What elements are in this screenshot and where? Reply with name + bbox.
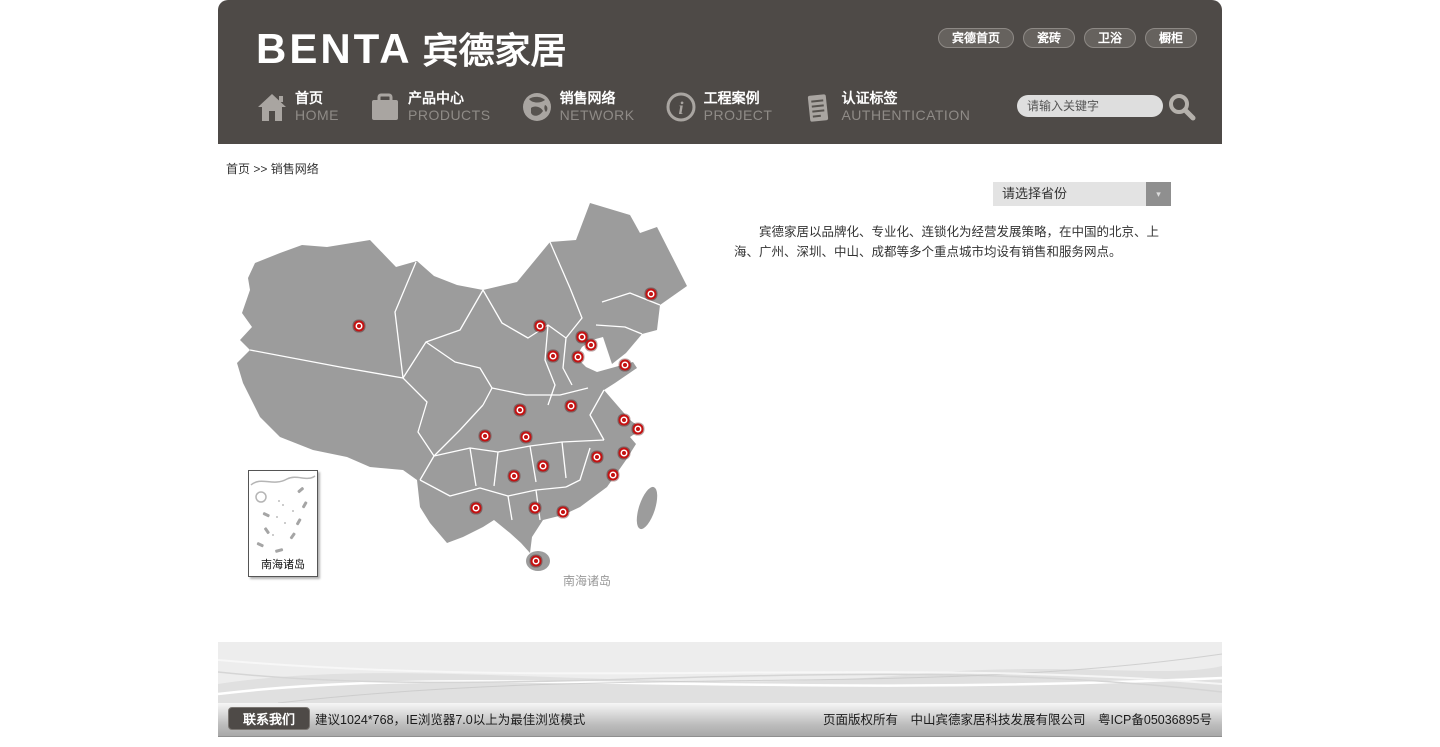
briefcase-icon <box>369 91 401 123</box>
nav-item-authentication[interactable]: 认证标签 AUTHENTICATION <box>802 90 970 124</box>
south-sea-label: 南海诸岛 <box>563 572 611 589</box>
nav-label-cn: 产品中心 <box>408 90 491 107</box>
main-nav: 首页 HOME 产品中心 PRODUCTS <box>256 90 970 124</box>
nav-label-cn: 工程案例 <box>704 90 773 107</box>
intro-paragraph: 宾德家居以品牌化、专业化、连锁化为经营发展策略，在中国的北京、上海、广州、深圳、… <box>734 222 1182 262</box>
search-input[interactable] <box>1017 95 1163 117</box>
south-sea-inset-label: 南海诸岛 <box>249 556 317 572</box>
map-marker[interactable] <box>576 355 580 359</box>
breadcrumb-home-link[interactable]: 首页 <box>226 162 250 176</box>
footer-copyright: 页面版权所有 中山宾德家居科技发展有限公司 粤ICP备05036895号 <box>823 703 1212 737</box>
quick-link-tiles[interactable]: 瓷砖 <box>1023 28 1075 48</box>
map-marker[interactable] <box>580 335 584 339</box>
breadcrumb-current: 销售网络 <box>271 162 319 176</box>
nav-label-en: PROJECT <box>704 107 773 124</box>
map-marker[interactable] <box>636 427 640 431</box>
map-marker[interactable] <box>623 363 627 367</box>
nav-label-en: NETWORK <box>560 107 635 124</box>
brand-logo-cn: 宾德家居 <box>423 30 567 71</box>
south-sea-inset-graphic <box>249 471 317 559</box>
quick-link-cabinet[interactable]: 橱柜 <box>1145 28 1197 48</box>
search-icon[interactable] <box>1166 91 1196 121</box>
map-marker[interactable] <box>538 324 542 328</box>
province-select-value: 请选择省份 <box>1002 186 1067 201</box>
header: BENTA宾德家居 宾德首页 瓷砖 卫浴 橱柜 首页 HOME <box>218 0 1222 144</box>
map-marker[interactable] <box>474 506 478 510</box>
footer-decoration <box>218 642 1222 703</box>
province-select[interactable]: 请选择省份 ▾ <box>993 182 1171 206</box>
nav-label-cn: 认证标签 <box>841 90 970 107</box>
map-marker[interactable] <box>512 474 516 478</box>
map-marker[interactable] <box>611 473 615 477</box>
home-icon <box>256 91 288 123</box>
nav-label-en: HOME <box>295 107 339 124</box>
map-marker[interactable] <box>589 343 593 347</box>
map-marker[interactable] <box>569 404 573 408</box>
globe-icon <box>521 91 553 123</box>
map-marker[interactable] <box>561 510 565 514</box>
nav-label-cn: 销售网络 <box>560 90 635 107</box>
map-marker[interactable] <box>483 434 487 438</box>
map-marker[interactable] <box>533 506 537 510</box>
south-sea-inset: 南海诸岛 <box>248 470 318 577</box>
nav-item-network[interactable]: 销售网络 NETWORK <box>521 90 635 124</box>
map-marker[interactable] <box>622 451 626 455</box>
china-map: 南海诸岛 <box>230 190 710 610</box>
taiwan-island-shape <box>633 485 662 532</box>
map-marker[interactable] <box>534 559 538 563</box>
breadcrumb-separator: >> <box>253 162 267 176</box>
page: BENTA宾德家居 宾德首页 瓷砖 卫浴 橱柜 首页 HOME <box>218 0 1222 747</box>
quick-links: 宾德首页 瓷砖 卫浴 橱柜 <box>938 28 1197 48</box>
nav-label-en: PRODUCTS <box>408 107 491 124</box>
map-marker[interactable] <box>524 435 528 439</box>
map-marker[interactable] <box>551 354 555 358</box>
nav-item-home[interactable]: 首页 HOME <box>256 90 339 124</box>
nav-item-project[interactable]: i 工程案例 PROJECT <box>665 90 773 124</box>
map-marker[interactable] <box>622 418 626 422</box>
search-bar <box>1017 91 1196 121</box>
nav-label-en: AUTHENTICATION <box>841 107 970 124</box>
map-marker[interactable] <box>357 324 361 328</box>
info-icon: i <box>665 91 697 123</box>
map-marker[interactable] <box>649 292 653 296</box>
hainan-island-shape <box>526 551 550 571</box>
svg-text:i: i <box>678 98 683 118</box>
brand-logo: BENTA宾德家居 <box>256 22 567 74</box>
footer-bar: 联系我们 建议1024*768，IE浏览器7.0以上为最佳浏览模式 页面版权所有… <box>218 703 1222 737</box>
nav-item-products[interactable]: 产品中心 PRODUCTS <box>369 90 491 124</box>
footer-browser-note: 建议1024*768，IE浏览器7.0以上为最佳浏览模式 <box>315 703 585 737</box>
contact-us-button[interactable]: 联系我们 <box>228 707 310 730</box>
map-marker[interactable] <box>541 464 545 468</box>
brand-logo-en: BENTA <box>256 25 413 72</box>
breadcrumb: 首页 >> 销售网络 <box>226 160 319 177</box>
chevron-down-icon[interactable]: ▾ <box>1146 182 1171 206</box>
map-marker[interactable] <box>518 408 522 412</box>
quick-link-benta-home[interactable]: 宾德首页 <box>938 28 1014 48</box>
quick-link-bathroom[interactable]: 卫浴 <box>1084 28 1136 48</box>
certificate-icon <box>802 91 834 123</box>
nav-label-cn: 首页 <box>295 90 339 107</box>
map-marker[interactable] <box>595 455 599 459</box>
